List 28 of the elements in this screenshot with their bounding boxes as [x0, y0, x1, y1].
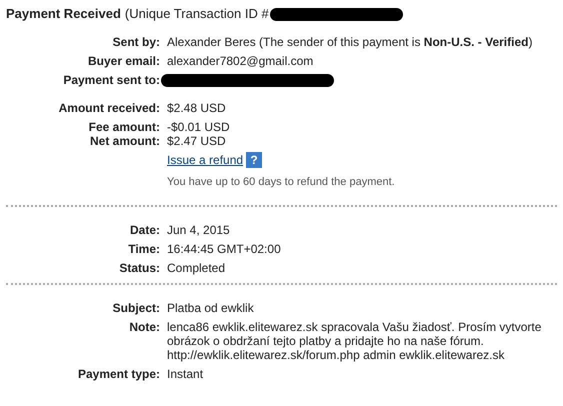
field-label: Date: — [128, 222, 160, 236]
field-value: Alexander Beres (The sender of this payment is Non-U.S. - Verified) — [166, 35, 534, 49]
field-label: Note: — [128, 320, 160, 334]
field-value: -$0.01 USD — [166, 120, 231, 134]
issue-refund-link[interactable]: Issue a refund — [167, 151, 244, 169]
field-label: Time: — [127, 242, 160, 256]
field-label: Amount received: — [58, 101, 160, 115]
field-value: 16:44:45 GMT+02:00 — [166, 242, 282, 256]
field-label: Net amount: — [89, 134, 160, 148]
field-value: lenca86 ewklik.elitewarez.sk spracovala Vašu žiadosť. Prosím vytvorte obrázok o obdržaní tejto platby a pridajte ho na naše fórum. http://ewklik.elitewarez.sk/forum.php admin ewklik.elitewarez.sk — [166, 320, 542, 362]
field-label: Fee amount: — [88, 120, 160, 134]
field-label: Status: — [118, 260, 160, 274]
field-value: Jun 4, 2015 — [166, 222, 231, 236]
page-subtitle: (Unique Transaction ID # — [124, 5, 269, 24]
field-value: $2.47 USD — [166, 134, 227, 148]
field-value: alexander7802@gmail.com — [166, 54, 314, 68]
field-value: Instant — [166, 366, 204, 380]
field-label: Sent by: — [112, 35, 160, 49]
field-label: Payment sent to: — [62, 73, 160, 87]
field-label: Buyer email: — [86, 54, 160, 68]
field-value: Completed — [166, 260, 226, 274]
field-value: $2.48 USD — [166, 101, 227, 115]
field-label: Payment type: — [76, 366, 160, 380]
help-icon[interactable]: ? — [246, 152, 262, 168]
field-value: Platba od ewklik — [166, 300, 255, 314]
page-title: Payment Received — [6, 5, 121, 24]
field-label: Subject: — [112, 300, 160, 314]
refund-hint: You have up to 60 days to refund the payment. — [166, 175, 396, 190]
